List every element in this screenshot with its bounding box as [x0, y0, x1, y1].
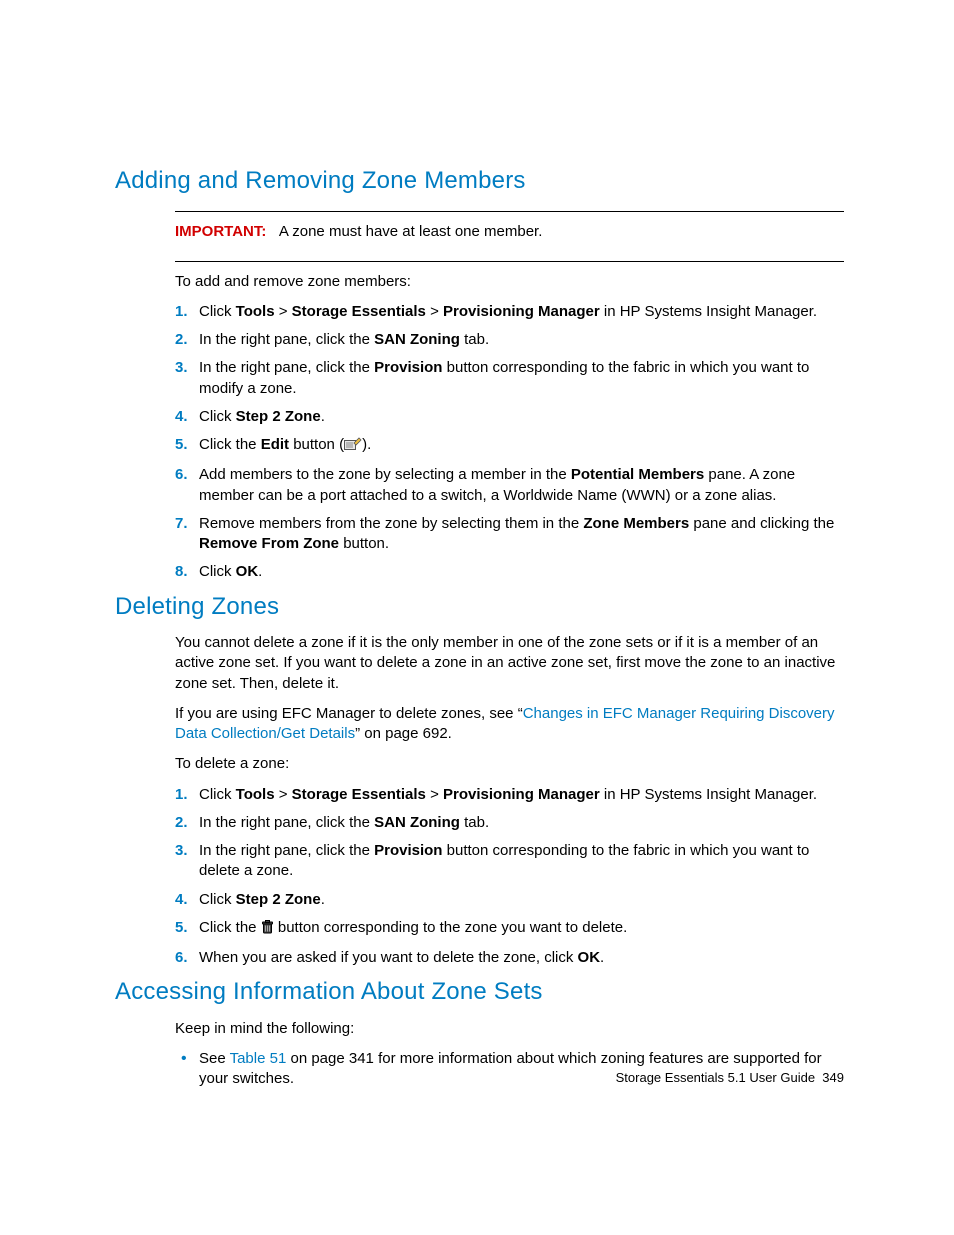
list-item: 7. Remove members from the zone by selec…	[175, 514, 844, 555]
heading-adding-removing: Adding and Removing Zone Members	[115, 165, 844, 197]
delete-icon	[261, 920, 274, 940]
step-number: 2.	[175, 330, 188, 350]
important-label: IMPORTANT:	[175, 223, 266, 240]
section2-para1: You cannot delete a zone if it is the on…	[175, 633, 844, 694]
link-table-51[interactable]: Table 51	[230, 1050, 287, 1067]
step-number: 1.	[175, 785, 188, 805]
step-number: 6.	[175, 465, 188, 485]
heading-deleting-zones: Deleting Zones	[115, 591, 844, 623]
step-number: 7.	[175, 514, 188, 534]
step-number: 4.	[175, 407, 188, 427]
section2-steps: 1. Click Tools > Storage Essentials > Pr…	[175, 785, 844, 969]
list-item: 6. When you are asked if you want to del…	[175, 948, 844, 968]
step-number: 4.	[175, 890, 188, 910]
step-number: 2.	[175, 813, 188, 833]
step-number: 5.	[175, 918, 188, 938]
rule-top	[175, 211, 844, 212]
list-item: 4. Click Step 2 Zone.	[175, 890, 844, 910]
list-item: 1. Click Tools > Storage Essentials > Pr…	[175, 302, 844, 322]
list-item: 4. Click Step 2 Zone.	[175, 407, 844, 427]
list-item: 2. In the right pane, click the SAN Zoni…	[175, 813, 844, 833]
step-number: 3.	[175, 358, 188, 378]
list-item: 2. In the right pane, click the SAN Zoni…	[175, 330, 844, 350]
step-number: 1.	[175, 302, 188, 322]
heading-accessing-zone-sets: Accessing Information About Zone Sets	[115, 976, 844, 1008]
edit-icon	[344, 437, 362, 457]
section1-body: IMPORTANT: A zone must have at least one…	[175, 211, 844, 582]
rule-bottom	[175, 261, 844, 262]
list-item: 3. In the right pane, click the Provisio…	[175, 358, 844, 399]
section3-intro: Keep in mind the following:	[175, 1019, 844, 1039]
section1-intro: To add and remove zone members:	[175, 272, 844, 292]
step-number: 3.	[175, 841, 188, 861]
list-item: 3. In the right pane, click the Provisio…	[175, 841, 844, 882]
important-text: A zone must have at least one member.	[279, 223, 542, 240]
footer-page-number: 349	[822, 1070, 844, 1085]
step-number: 5.	[175, 435, 188, 455]
section1-steps: 1. Click Tools > Storage Essentials > Pr…	[175, 302, 844, 583]
footer-title: Storage Essentials 5.1 User Guide	[616, 1070, 815, 1085]
step-number: 6.	[175, 948, 188, 968]
list-item: 5. Click the Edit button ().	[175, 435, 844, 457]
step-number: 8.	[175, 562, 188, 582]
section2-para2: If you are using EFC Manager to delete z…	[175, 704, 844, 745]
list-item: 6. Add members to the zone by selecting …	[175, 465, 844, 506]
important-note: IMPORTANT: A zone must have at least one…	[175, 222, 844, 242]
page-footer: Storage Essentials 5.1 User Guide 349	[616, 1069, 844, 1087]
list-item: 1. Click Tools > Storage Essentials > Pr…	[175, 785, 844, 805]
section2-intro: To delete a zone:	[175, 754, 844, 774]
document-page: Adding and Removing Zone Members IMPORTA…	[0, 0, 954, 1235]
list-item: 5. Click the button corresponding to the…	[175, 918, 844, 940]
section2-body: You cannot delete a zone if it is the on…	[175, 633, 844, 968]
list-item: 8. Click OK.	[175, 562, 844, 582]
